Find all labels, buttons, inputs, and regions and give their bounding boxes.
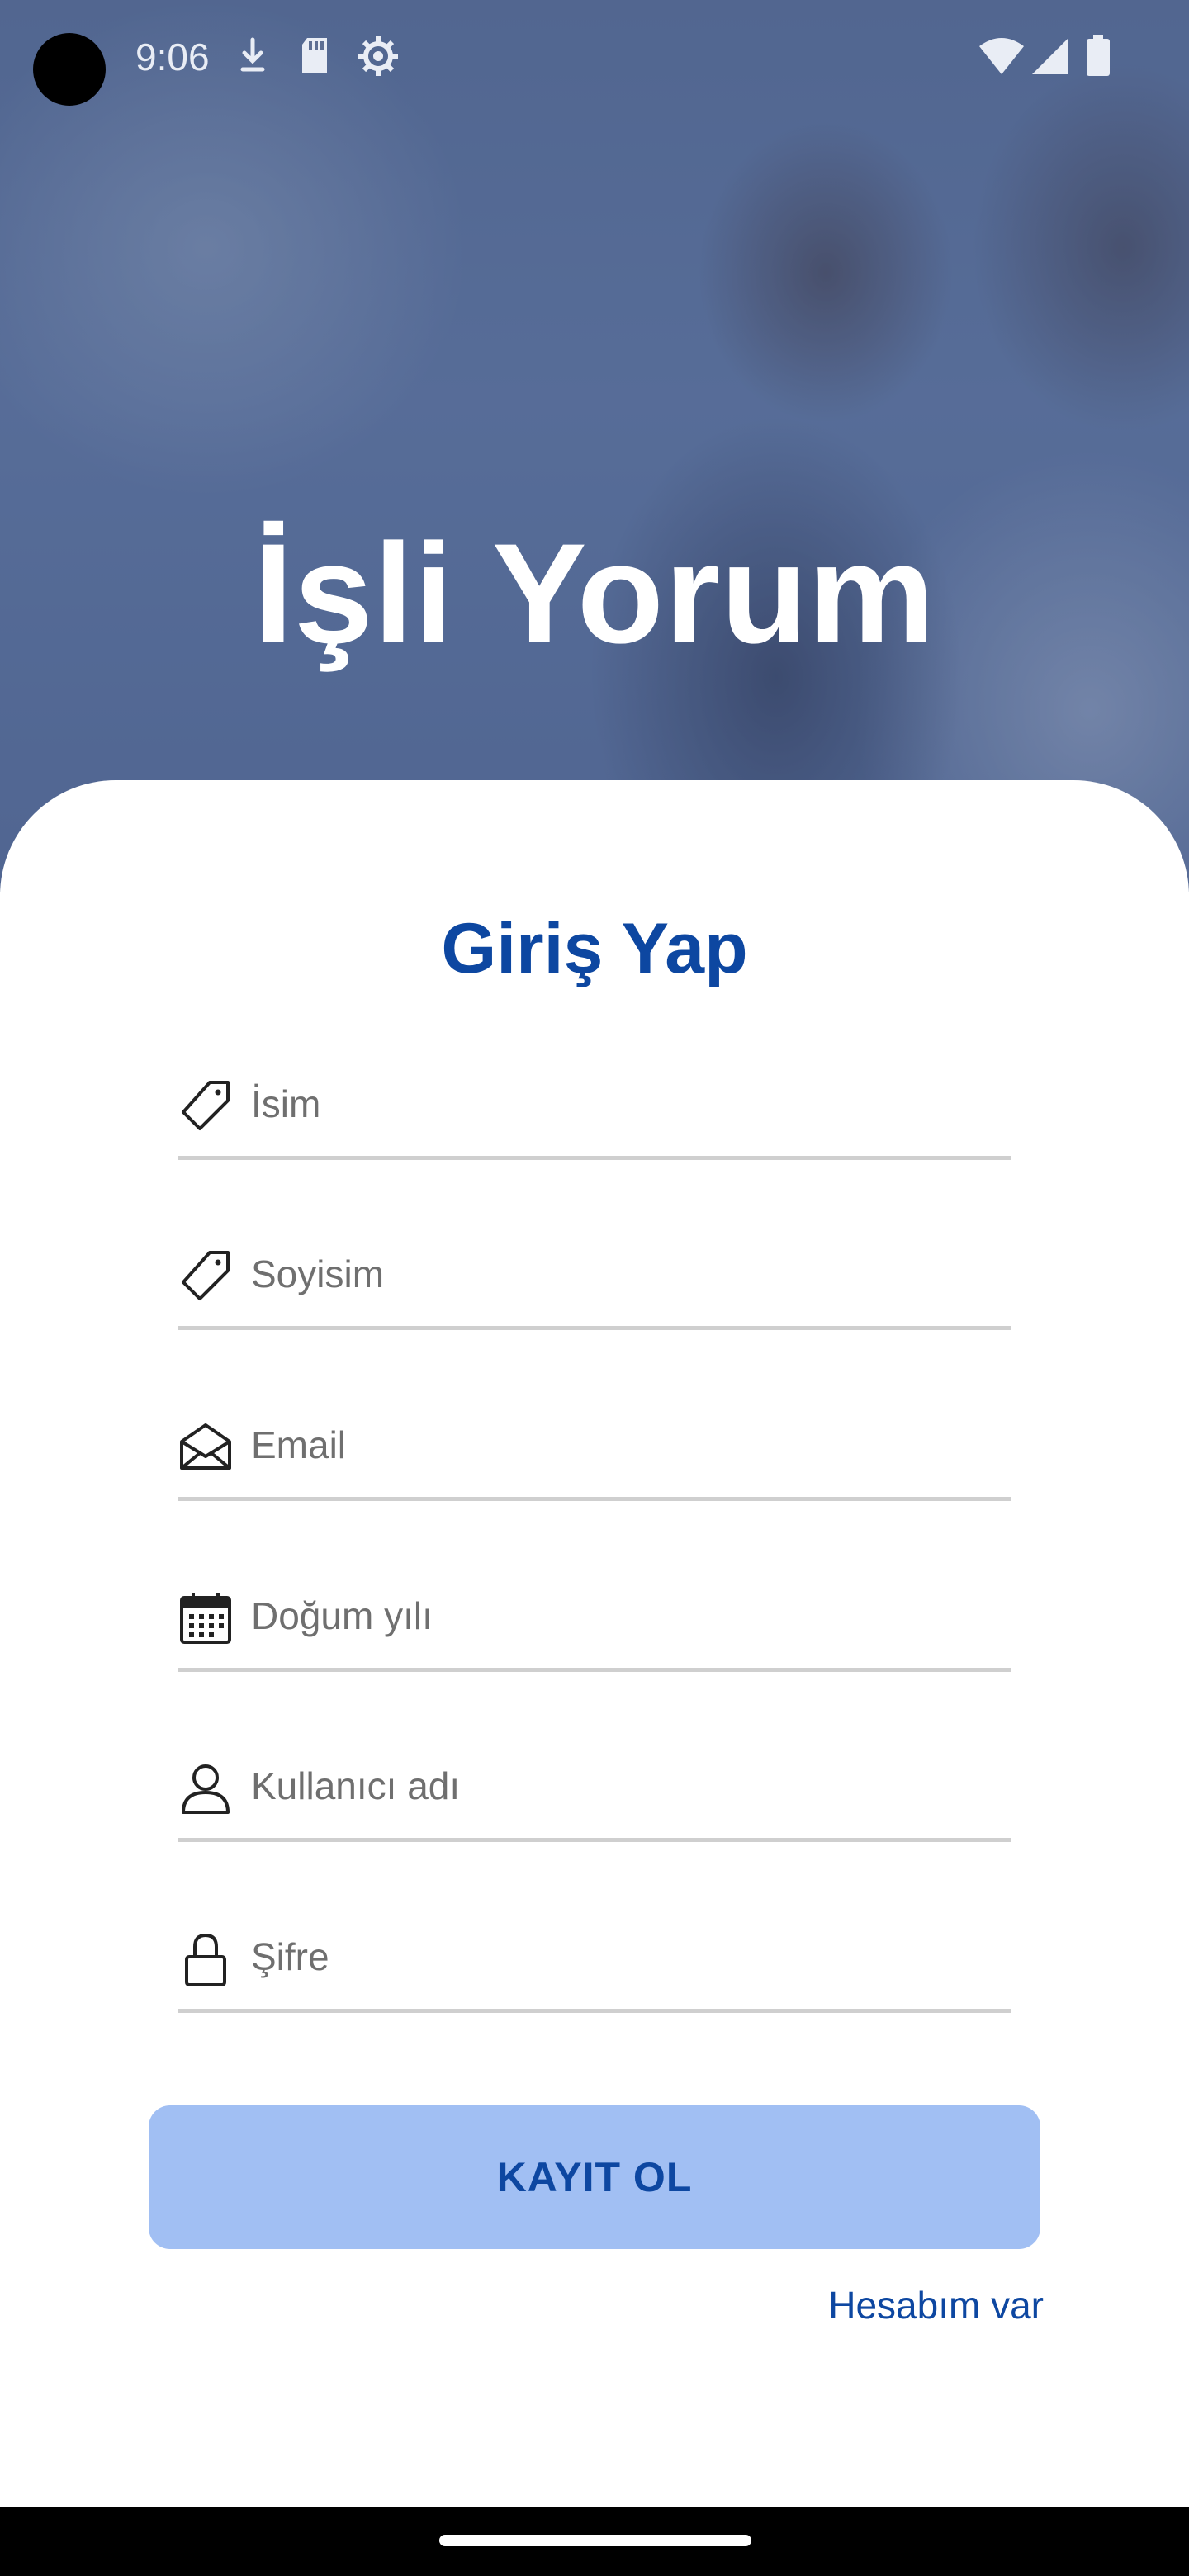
- lock-icon: [178, 1932, 233, 1986]
- first-name-input[interactable]: [251, 1069, 994, 1139]
- birth-year-input[interactable]: [251, 1581, 994, 1650]
- battery-icon: [1087, 35, 1110, 76]
- mail-icon: [178, 1420, 233, 1475]
- username-input[interactable]: [251, 1751, 994, 1821]
- field-underline: [178, 2009, 1011, 2013]
- field-underline: [178, 1668, 1011, 1672]
- field-underline: [178, 1838, 1011, 1842]
- tag-icon: [178, 1079, 233, 1134]
- have-account-link[interactable]: Hesabım var: [828, 2283, 1044, 2327]
- register-button[interactable]: KAYIT OL: [149, 2105, 1040, 2249]
- download-icon: [238, 35, 268, 76]
- sd-card-icon: [299, 35, 332, 76]
- signal-icon: [1032, 38, 1068, 74]
- hero-overlay: [0, 0, 1189, 892]
- status-bar: 9:06: [0, 0, 1189, 116]
- username-field: [178, 1743, 1011, 1842]
- last-name-input[interactable]: [251, 1239, 994, 1309]
- field-underline: [178, 1326, 1011, 1330]
- birth-year-field: [178, 1573, 1011, 1672]
- password-input[interactable]: [251, 1922, 994, 1991]
- settings-icon: [357, 35, 400, 78]
- app-title: İşli Yorum: [253, 514, 936, 673]
- field-underline: [178, 1156, 1011, 1160]
- last-name-field: [178, 1231, 1011, 1330]
- hero-background: [0, 0, 1189, 892]
- navigation-bar: [0, 2507, 1189, 2576]
- password-field: [178, 1914, 1011, 2013]
- calendar-icon: [178, 1591, 233, 1646]
- camera-cutout: [33, 33, 106, 106]
- email-input[interactable]: [251, 1410, 994, 1480]
- status-time: 9:06: [135, 36, 210, 78]
- wifi-icon: [979, 38, 1024, 74]
- tag-icon: [178, 1249, 233, 1304]
- email-field: [178, 1402, 1011, 1501]
- field-underline: [178, 1497, 1011, 1501]
- form-title: Giriş Yap: [441, 909, 748, 988]
- person-icon: [178, 1761, 233, 1816]
- register-card: Giriş Yap İsim Soyisim Email Doğum yılı …: [0, 780, 1189, 2506]
- first-name-field: [178, 1061, 1011, 1160]
- home-indicator[interactable]: [439, 2535, 751, 2546]
